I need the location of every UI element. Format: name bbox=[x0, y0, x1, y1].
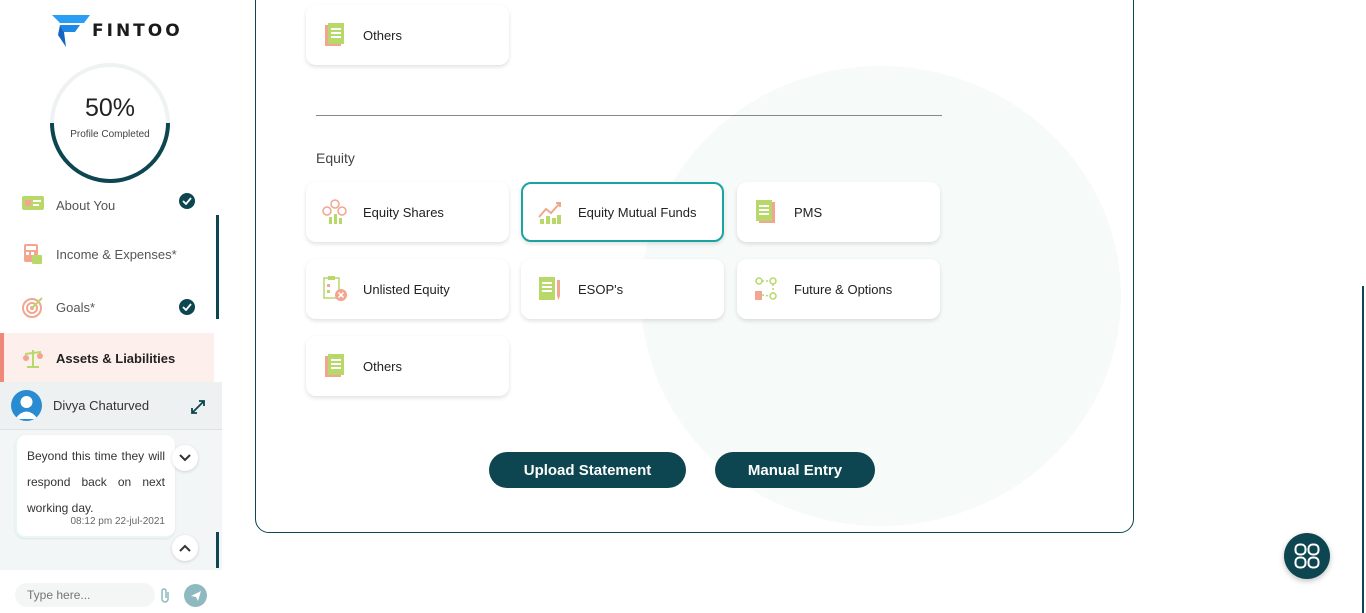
sidebar-item-about[interactable]: About You bbox=[0, 187, 214, 213]
tile-others[interactable]: Others bbox=[306, 336, 509, 396]
equity-shares-icon bbox=[322, 199, 348, 225]
document-icon bbox=[322, 353, 348, 379]
progress-label: Profile Completed bbox=[70, 129, 150, 140]
attachment-icon[interactable] bbox=[159, 587, 171, 609]
fintoo-logo-icon bbox=[52, 15, 90, 47]
expand-icon[interactable] bbox=[190, 399, 206, 420]
scroll-down-button[interactable] bbox=[172, 445, 198, 471]
scroll-up-button[interactable] bbox=[172, 535, 198, 561]
check-icon bbox=[179, 193, 195, 209]
scale-icon bbox=[22, 347, 44, 369]
chevron-down-icon bbox=[179, 454, 191, 462]
sidebar-item-assets[interactable]: Assets & Liabilities bbox=[0, 333, 214, 383]
notebook-icon bbox=[537, 276, 563, 302]
tile-label: Unlisted Equity bbox=[363, 281, 450, 297]
growth-chart-icon bbox=[537, 199, 563, 225]
tile-equity-mutual-funds[interactable]: Equity Mutual Funds bbox=[521, 182, 724, 242]
tile-label: Equity Mutual Funds bbox=[578, 204, 697, 220]
nav-progress-line bbox=[216, 215, 219, 319]
tile-label: ESOP's bbox=[578, 281, 624, 297]
tile-label: Future & Options bbox=[794, 281, 893, 297]
chat-input-bar bbox=[0, 576, 222, 613]
sidebar-item-label: Assets & Liabilities bbox=[56, 350, 176, 366]
progress-ring bbox=[50, 63, 170, 183]
unlisted-doc-icon bbox=[322, 276, 348, 302]
tile-label: Others bbox=[363, 358, 403, 374]
sidebar-item-label: About You bbox=[56, 198, 116, 213]
sidebar-item-label: Income & Expenses* bbox=[56, 246, 177, 262]
send-icon bbox=[190, 590, 201, 601]
sidebar-item-income[interactable]: Income & Expenses* bbox=[0, 229, 214, 279]
section-divider bbox=[316, 115, 942, 116]
tile-esops[interactable]: ESOP's bbox=[521, 259, 724, 319]
tile-pms[interactable]: PMS bbox=[737, 182, 940, 242]
check-icon bbox=[179, 299, 195, 315]
brand-name: FINTOO bbox=[92, 21, 183, 41]
grid-icon bbox=[1294, 543, 1320, 569]
logo[interactable]: FINTOO bbox=[52, 15, 183, 47]
page-scrollbar[interactable] bbox=[1362, 286, 1364, 613]
upload-statement-button[interactable]: Upload Statement bbox=[489, 452, 686, 488]
tile-future-options[interactable]: Future & Options bbox=[737, 259, 940, 319]
document-icon bbox=[753, 199, 779, 225]
tile-unlisted-equity[interactable]: Unlisted Equity bbox=[306, 259, 509, 319]
chat-message: Beyond this time they will respond back … bbox=[15, 435, 175, 538]
document-icon bbox=[322, 22, 348, 48]
tile-label: Equity Shares bbox=[363, 204, 444, 220]
chat-message-time: 08:12 pm 22-jul-2021 bbox=[70, 516, 165, 527]
tile-others-top[interactable]: Others bbox=[306, 5, 509, 65]
send-button[interactable] bbox=[184, 584, 207, 607]
avatar bbox=[11, 390, 42, 421]
sidebar: FINTOO 50% Profile Completed About You I… bbox=[0, 0, 222, 613]
chat-message-text: Beyond this time they will respond back … bbox=[27, 449, 165, 515]
manual-entry-button[interactable]: Manual Entry bbox=[715, 452, 875, 488]
id-card-icon bbox=[22, 191, 44, 213]
target-icon bbox=[22, 296, 44, 318]
section-title-equity: Equity bbox=[316, 150, 355, 166]
progress-percent: 50% bbox=[84, 94, 136, 122]
chat-body: Beyond this time they will respond back … bbox=[0, 430, 222, 570]
tile-label: PMS bbox=[794, 204, 823, 220]
calculator-icon bbox=[22, 243, 44, 265]
chevron-up-icon bbox=[179, 544, 191, 552]
chat-contact-name: Divya Chaturved bbox=[53, 398, 150, 413]
menu-fab-button[interactable] bbox=[1284, 533, 1330, 579]
sidebar-item-goals[interactable]: Goals* bbox=[0, 282, 214, 332]
profile-progress: 50% Profile Completed bbox=[48, 61, 172, 185]
tile-equity-shares[interactable]: Equity Shares bbox=[306, 182, 509, 242]
asset-selection-card: Others Equity Equity Shares Equity Mutua… bbox=[255, 0, 1134, 533]
tile-label: Others bbox=[363, 27, 403, 43]
chat-input[interactable] bbox=[15, 583, 155, 607]
sidebar-item-label: Goals* bbox=[56, 299, 96, 315]
chat-header[interactable]: Divya Chaturved bbox=[0, 382, 222, 430]
options-flow-icon bbox=[753, 276, 779, 302]
chat-scrollbar[interactable] bbox=[216, 532, 219, 568]
